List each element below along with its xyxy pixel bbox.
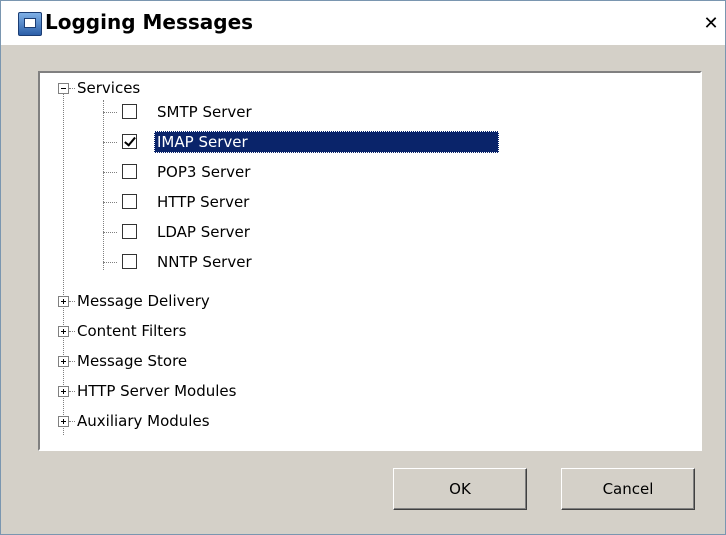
service-label[interactable]: POP3 Server — [154, 161, 253, 183]
service-label[interactable]: HTTP Server — [154, 191, 252, 213]
tree-node-group[interactable]: Auxiliary Modules — [77, 411, 210, 431]
tree-connector — [69, 391, 75, 392]
tree-connector — [69, 331, 75, 332]
service-label[interactable]: LDAP Server — [154, 221, 253, 243]
tree-node-group[interactable]: HTTP Server Modules — [77, 381, 236, 401]
tree-connector — [103, 142, 117, 143]
service-checkbox[interactable] — [122, 164, 137, 179]
expand-group-icon[interactable] — [58, 296, 69, 307]
tree-connector — [69, 301, 75, 302]
tree-connector — [103, 232, 117, 233]
expand-group-icon[interactable] — [58, 326, 69, 337]
service-label[interactable]: NNTP Server — [154, 251, 255, 273]
close-icon[interactable]: ✕ — [700, 14, 722, 36]
service-label[interactable]: IMAP Server — [154, 131, 499, 153]
tree-node-services[interactable]: Services — [77, 78, 140, 98]
cancel-button[interactable]: Cancel — [561, 468, 695, 510]
title-bar[interactable]: Logging Messages ✕ — [1, 1, 725, 45]
expand-group-icon[interactable] — [58, 356, 69, 367]
tree-connector — [69, 421, 75, 422]
ok-button[interactable]: OK — [393, 468, 527, 510]
tree-node-group[interactable]: Message Store — [77, 351, 187, 371]
service-checkbox[interactable] — [122, 104, 137, 119]
tree-connector — [69, 88, 75, 89]
tree-connector — [103, 112, 117, 113]
service-checkbox[interactable] — [122, 134, 137, 149]
logging-tree[interactable]: Services SMTP Server IMAP Server POP3 Serv… — [38, 71, 702, 451]
tree-node-group[interactable]: Content Filters — [77, 321, 186, 341]
logging-messages-dialog: Logging Messages ✕ Services SMTP Server I… — [0, 0, 726, 535]
service-checkbox[interactable] — [122, 194, 137, 209]
service-checkbox[interactable] — [122, 224, 137, 239]
tree-connector — [103, 202, 117, 203]
service-checkbox[interactable] — [122, 254, 137, 269]
service-label[interactable]: SMTP Server — [154, 101, 255, 123]
collapse-services-icon[interactable] — [58, 83, 69, 94]
tree-connector — [103, 100, 104, 270]
tree-connector — [63, 87, 64, 435]
tree-connector — [69, 361, 75, 362]
expand-group-icon[interactable] — [58, 386, 69, 397]
tree-connector — [103, 172, 117, 173]
tree-node-group[interactable]: Message Delivery — [77, 291, 210, 311]
app-window-icon — [18, 12, 42, 36]
expand-group-icon[interactable] — [58, 416, 69, 427]
tree-connector — [103, 262, 117, 263]
dialog-title: Logging Messages — [45, 10, 254, 34]
